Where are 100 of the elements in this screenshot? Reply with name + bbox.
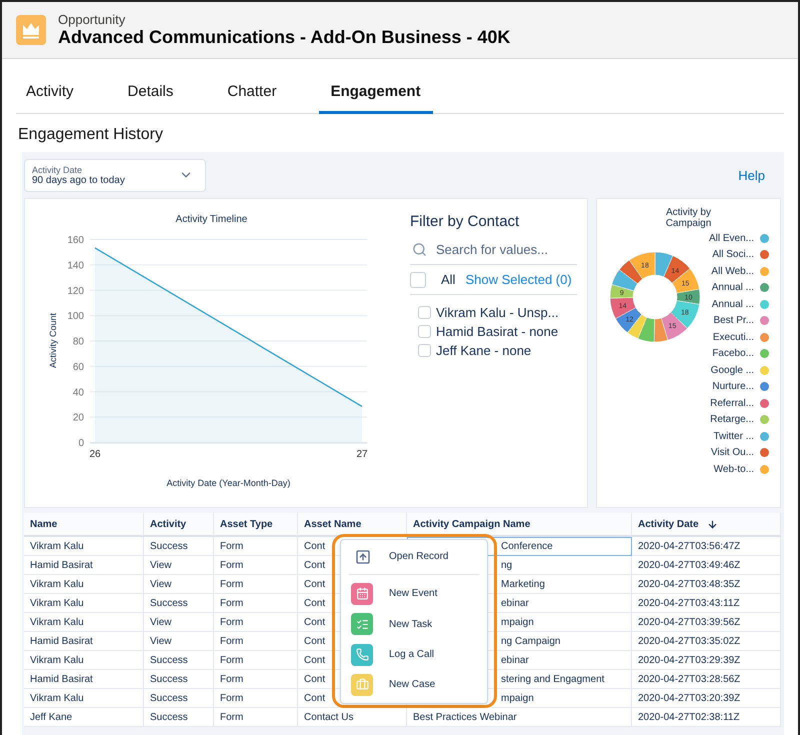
legend-label: Visit Ou... bbox=[710, 447, 754, 458]
table-cell: 2020-04-27T03:48:35Z bbox=[632, 575, 781, 594]
legend-label: Annual ... bbox=[712, 298, 754, 310]
table-cell: Form bbox=[214, 689, 298, 708]
axis-tick-label: 120 bbox=[66, 286, 84, 297]
table-cell: Form bbox=[214, 708, 298, 727]
column-label: Activity bbox=[150, 518, 186, 530]
calendar-icon bbox=[351, 582, 373, 605]
table-cell: Success bbox=[144, 689, 214, 708]
chart-title: Activity Timeline bbox=[176, 214, 248, 225]
column-header[interactable]: Activity bbox=[144, 513, 214, 537]
table-cell: Vikram Kalu bbox=[24, 537, 144, 556]
axis-tick-label: 60 bbox=[72, 362, 84, 373]
column-header[interactable]: Name bbox=[24, 513, 144, 537]
legend-label: Annual ... bbox=[712, 282, 754, 294]
checkbox[interactable] bbox=[418, 325, 431, 338]
table-cell: Form bbox=[214, 594, 298, 613]
checkbox-label: All bbox=[441, 272, 456, 287]
column-label: Asset Name bbox=[304, 518, 362, 530]
donut-slice bbox=[629, 252, 656, 280]
axis-tick-label: 100 bbox=[66, 311, 84, 322]
table-cell: Success bbox=[144, 708, 214, 727]
table-cell: Success bbox=[144, 537, 214, 556]
record-title: Advanced Communications - Add-On Business - 40K bbox=[58, 27, 510, 48]
table-cell: Hamid Basirat bbox=[24, 556, 144, 575]
checkbox[interactable] bbox=[410, 272, 426, 288]
legend-label: Retarge... bbox=[710, 414, 754, 426]
legend-label: Web-to... bbox=[714, 464, 754, 475]
chart-title: Activity by Campaign bbox=[664, 207, 712, 229]
table-cell: Vikram Kalu bbox=[24, 651, 144, 670]
table-cell: Hamid Basirat bbox=[24, 632, 144, 651]
axis-tick-label: 160 bbox=[66, 235, 84, 246]
axis-tick-label: 140 bbox=[66, 260, 84, 272]
search-icon bbox=[412, 242, 427, 256]
table-cell: Vikram Kalu bbox=[24, 689, 144, 708]
help-link[interactable]: Help bbox=[738, 168, 765, 182]
legend-label: Best Pr... bbox=[713, 315, 754, 326]
legend-label: Google ... bbox=[710, 364, 754, 376]
table-cell: View bbox=[144, 613, 214, 632]
table-cell: 2020-04-27T03:43:11Z bbox=[632, 594, 781, 613]
table-cell: 2020-04-27T03:49:46Z bbox=[632, 556, 781, 575]
legend-label: All Soci... bbox=[712, 249, 754, 260]
column-label: Activity Date bbox=[638, 518, 699, 530]
briefcase-icon bbox=[351, 674, 373, 696]
donut-slice bbox=[627, 314, 647, 339]
legend-label: Nurture... bbox=[712, 381, 754, 392]
table-cell: Form bbox=[214, 575, 298, 594]
table-cell: View bbox=[144, 632, 214, 651]
table-cell: 2020-04-27T03:20:39Z bbox=[632, 689, 781, 708]
tab[interactable]: Details bbox=[116, 75, 186, 114]
table-cell: Jeff Kane bbox=[24, 708, 144, 727]
table-cell: View bbox=[144, 575, 214, 594]
checkbox[interactable] bbox=[418, 344, 431, 357]
tab[interactable]: Engagement bbox=[318, 75, 433, 114]
column-label: Name bbox=[30, 518, 58, 530]
legend-label: Executi... bbox=[712, 332, 754, 343]
column-header[interactable]: Activity Campaign Name bbox=[407, 513, 632, 537]
legend-label: Twitter ... bbox=[713, 430, 754, 442]
column-header[interactable]: Asset Type bbox=[214, 513, 298, 537]
table-cell: Best Practices Webinar bbox=[407, 708, 632, 727]
column-label: Activity Campaign Name bbox=[413, 518, 530, 530]
table-cell: Form bbox=[214, 670, 298, 689]
column-label: Asset Type bbox=[220, 518, 273, 530]
table-cell: Form bbox=[214, 537, 298, 556]
checklist-icon bbox=[351, 613, 373, 636]
contact-label: Hamid Basirat - none bbox=[436, 324, 558, 339]
table-cell: 2020-04-27T02:38:11Z bbox=[632, 708, 781, 727]
axis-tick-label: 27 bbox=[356, 449, 368, 460]
object-type: Opportunity bbox=[58, 12, 126, 27]
checkbox[interactable] bbox=[418, 306, 431, 319]
table-cell: 2020-04-27T03:29:39Z bbox=[632, 651, 781, 670]
legend-label: Facebo... bbox=[712, 348, 754, 360]
table-cell: Vikram Kalu bbox=[24, 594, 144, 613]
table-cell: Vikram Kalu bbox=[24, 575, 144, 594]
table-cell: Form bbox=[214, 613, 298, 632]
table-cell: 2020-04-27T03:56:47Z bbox=[632, 537, 781, 556]
contact-label: Vikram Kalu - Unsp... bbox=[436, 305, 559, 320]
date-filter-dropdown[interactable]: Activity Date 90 days ago to today bbox=[24, 158, 206, 192]
column-header[interactable]: Asset Name bbox=[298, 513, 407, 537]
upload-icon bbox=[355, 548, 371, 565]
table-cell: 2020-04-27T03:39:56Z bbox=[632, 613, 781, 632]
filter-title: Filter by Contact bbox=[410, 213, 520, 230]
table-cell: Success bbox=[144, 651, 214, 670]
contact-label: Jeff Kane - none bbox=[436, 343, 532, 358]
axis-tick-label: 26 bbox=[88, 449, 100, 460]
column-header[interactable]: Activity Date bbox=[632, 513, 781, 537]
crown-icon bbox=[16, 15, 46, 45]
table-cell: Contact Us bbox=[298, 708, 407, 727]
axis-tick-label: 80 bbox=[72, 336, 84, 348]
table-cell: Success bbox=[144, 670, 214, 689]
section-title: Engagement History bbox=[18, 126, 164, 144]
table-cell: 2020-04-27T03:35:02Z bbox=[632, 632, 781, 651]
table-cell: Vikram Kalu bbox=[24, 613, 144, 632]
legend-label: Referral... bbox=[710, 398, 754, 409]
tab[interactable]: Activity bbox=[16, 75, 86, 114]
tab[interactable]: Chatter bbox=[215, 75, 289, 114]
axis-tick-label: 0 bbox=[78, 438, 84, 449]
show-selected-link[interactable]: Show Selected (0) bbox=[465, 272, 572, 287]
x-axis-title: Activity Date (Year-Month-Day) bbox=[166, 478, 290, 488]
table-cell: View bbox=[144, 556, 214, 575]
